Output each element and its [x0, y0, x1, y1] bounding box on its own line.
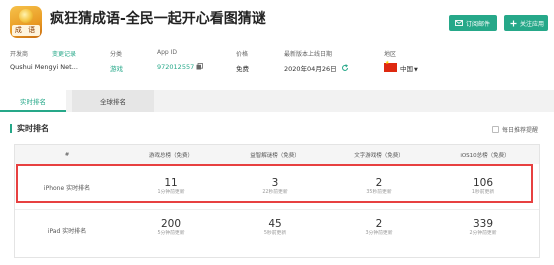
checkbox-icon[interactable]: [492, 126, 499, 133]
china-flag-icon: [384, 60, 397, 72]
app-id-label: App ID: [157, 49, 178, 56]
rank-cell[interactable]: 2 3分钟前更新: [327, 218, 431, 237]
column-header-ios10-free: iOS10总榜（免费）: [460, 152, 510, 159]
app-id-field: 972012557: [157, 63, 204, 72]
mail-icon: [455, 19, 463, 27]
column-header-index: #: [64, 151, 70, 158]
dropdown-arrow-icon: ▼: [414, 67, 418, 73]
table-header: # 游戏总榜（免费） 益智解谜榜（免费） 文字游戏榜（免费） iOS10总榜（免…: [15, 145, 539, 164]
refresh-icon[interactable]: [341, 64, 349, 74]
developer-value[interactable]: Qushui Mengyi Net...: [10, 63, 78, 71]
tab-global-rank[interactable]: 全球排名: [72, 90, 154, 112]
column-header-games-free: 游戏总榜（免费）: [148, 152, 193, 159]
category-label: 分类: [110, 51, 123, 58]
category-value[interactable]: 游戏: [110, 63, 123, 73]
app-title: 疯狂猜成语-全民一起开心看图猜谜: [50, 11, 266, 27]
daily-remind-label: 每日推荐提醒: [502, 127, 539, 134]
latest-update-label: 最新版本上线日期: [284, 51, 333, 58]
daily-remind-toggle[interactable]: 每日推荐提醒: [492, 125, 538, 134]
change-record-link[interactable]: 变更记录: [52, 49, 76, 58]
app-id-value[interactable]: 972012557: [157, 63, 194, 71]
rank-cell[interactable]: 200 5分钟前更新: [119, 218, 223, 237]
section-title: 实时排名: [10, 124, 49, 133]
rank-updated: 5分钟前更新: [157, 231, 185, 236]
app-icon-text: 成 语: [12, 25, 40, 36]
latest-update-value: 2020年04月26日: [284, 65, 337, 73]
region-value: 中国: [400, 65, 413, 73]
price-value: 免费: [236, 65, 249, 73]
region-selector[interactable]: 中国▼: [384, 60, 418, 73]
rank-cell[interactable]: 45 5秒前更新: [223, 218, 327, 237]
rank-cell[interactable]: 339 2分钟前更新: [431, 218, 535, 237]
rank-value: 339: [472, 218, 494, 230]
developer-label: 开发商: [10, 51, 29, 58]
column-header-puzzle-free: 益智解谜榜（免费）: [250, 152, 300, 159]
region-label: 地区: [384, 51, 397, 58]
row-divider: [15, 209, 539, 210]
rank-value: 200: [160, 218, 182, 230]
coin-icon: [19, 9, 33, 23]
rank-value: 2: [375, 218, 383, 230]
copy-icon[interactable]: [196, 63, 204, 72]
tab-realtime-rank[interactable]: 实时排名: [0, 90, 66, 112]
rank-updated: 2分钟前更新: [469, 231, 497, 236]
price-label: 价格: [236, 51, 249, 58]
plus-icon: [510, 19, 517, 27]
latest-update-field: 2020年04月26日: [284, 63, 349, 74]
app-icon: 成 语: [10, 6, 42, 38]
subscribe-email-label: 订阅邮件: [466, 20, 491, 28]
rank-updated: 5秒前更新: [263, 231, 287, 236]
rank-value: 45: [268, 218, 282, 230]
follow-app-label: 关注应用: [520, 20, 545, 28]
column-header-word-free: 文字游戏榜（免费）: [354, 152, 404, 159]
subscribe-email-button[interactable]: 订阅邮件: [449, 15, 497, 31]
rank-updated: 3分钟前更新: [365, 231, 393, 236]
follow-app-button[interactable]: 关注应用: [504, 15, 548, 31]
row-label-ipad: iPad 实时排名: [47, 228, 87, 235]
highlight-box: [16, 164, 533, 203]
